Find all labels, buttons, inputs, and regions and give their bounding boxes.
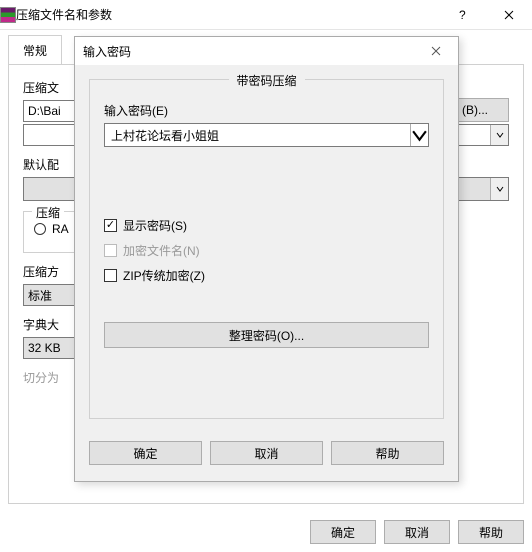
password-modal: 输入密码 带密码压缩 输入密码(E) 显示密码(S) 加密文件名(N) bbox=[74, 36, 459, 482]
organize-passwords-button[interactable]: 整理密码(O)... bbox=[104, 322, 429, 348]
method-value: 标准 bbox=[28, 287, 52, 304]
password-dropdown-button[interactable] bbox=[410, 124, 428, 146]
modal-help-button[interactable]: 帮助 bbox=[331, 441, 444, 465]
checkbox-icon bbox=[104, 244, 117, 257]
show-password-label: 显示密码(S) bbox=[123, 217, 187, 234]
show-password-checkbox[interactable]: 显示密码(S) bbox=[104, 217, 429, 234]
modal-ok-button[interactable]: 确定 bbox=[89, 441, 202, 465]
modal-title: 输入密码 bbox=[83, 43, 422, 60]
password-groupbox: 带密码压缩 输入密码(E) 显示密码(S) 加密文件名(N) ZIP传统加密(Z… bbox=[89, 79, 444, 419]
password-label: 输入密码(E) bbox=[104, 102, 429, 119]
dict-value: 32 KB bbox=[28, 341, 61, 355]
encrypt-names-label: 加密文件名(N) bbox=[123, 242, 200, 259]
main-ok-button[interactable]: 确定 bbox=[310, 520, 376, 544]
main-titlebar: 压缩文件名和参数 ? bbox=[0, 0, 532, 30]
main-title: 压缩文件名和参数 bbox=[16, 6, 440, 23]
format-legend: 压缩 bbox=[32, 204, 64, 221]
checkbox-icon bbox=[104, 269, 117, 282]
modal-buttons: 确定 取消 帮助 bbox=[75, 433, 458, 473]
tab-general[interactable]: 常规 bbox=[8, 35, 62, 65]
password-combo bbox=[104, 123, 429, 147]
groupbox-legend: 带密码压缩 bbox=[228, 72, 304, 89]
main-buttons: 确定 取消 帮助 bbox=[0, 512, 532, 552]
main-help-button[interactable]: 帮助 bbox=[458, 520, 524, 544]
zip-legacy-checkbox[interactable]: ZIP传统加密(Z) bbox=[104, 267, 429, 284]
radio-icon bbox=[34, 223, 46, 235]
chevron-down-icon bbox=[490, 178, 508, 200]
modal-titlebar: 输入密码 bbox=[75, 37, 458, 65]
svg-text:?: ? bbox=[459, 10, 466, 20]
zip-legacy-label: ZIP传统加密(Z) bbox=[123, 267, 205, 284]
encrypt-names-checkbox: 加密文件名(N) bbox=[104, 242, 429, 259]
app-icon bbox=[0, 7, 16, 23]
password-input[interactable] bbox=[105, 124, 410, 146]
chevron-down-icon bbox=[490, 125, 508, 145]
modal-close-button[interactable] bbox=[422, 37, 450, 65]
main-cancel-button[interactable]: 取消 bbox=[384, 520, 450, 544]
help-titlebar-button[interactable]: ? bbox=[440, 0, 486, 30]
format-rar-label: RA bbox=[52, 222, 69, 236]
modal-cancel-button[interactable]: 取消 bbox=[210, 441, 323, 465]
close-titlebar-button[interactable] bbox=[486, 0, 532, 30]
checkbox-icon bbox=[104, 219, 117, 232]
